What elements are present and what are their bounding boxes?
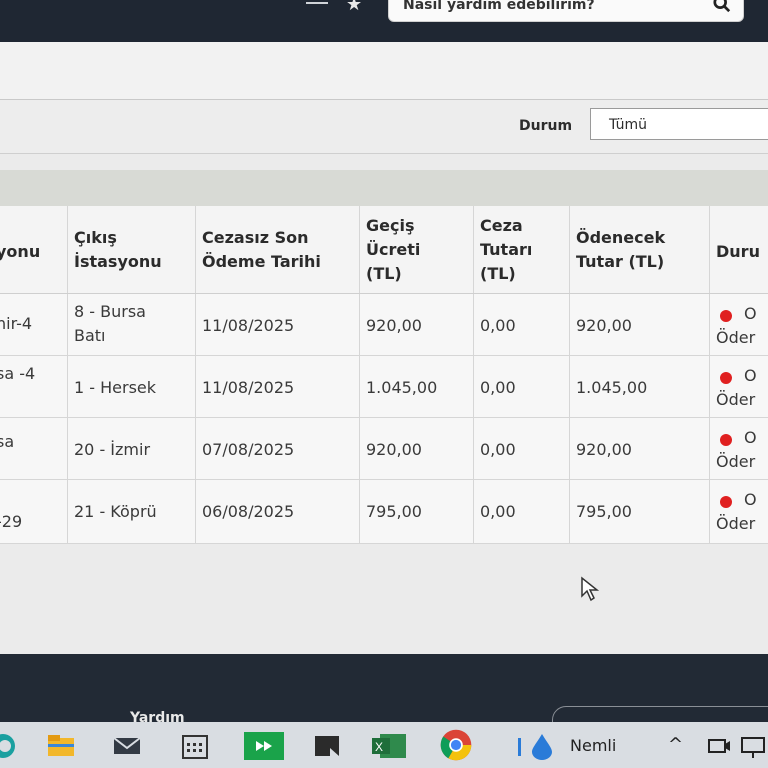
header-passage-fee[interactable]: Geçiş Ücreti (TL) bbox=[360, 206, 474, 293]
header-penalty[interactable]: Ceza Tutarı (TL) bbox=[474, 206, 570, 293]
header-exit-station[interactable]: Çıkış İstasyonu bbox=[68, 206, 196, 293]
header-payable-total[interactable]: Ödenecek Tutar (TL) bbox=[570, 206, 710, 293]
windows-taskbar: X Nemli ^ bbox=[0, 722, 768, 768]
due-date: 07/08/2025 bbox=[202, 440, 295, 459]
mouse-cursor-icon bbox=[581, 576, 600, 602]
due-date: 11/08/2025 bbox=[202, 316, 295, 335]
passage-fee: 1.045,00 bbox=[366, 378, 438, 397]
status-text: Öder bbox=[716, 390, 756, 409]
filter-bar: Durum Tümü bbox=[0, 100, 768, 154]
search-box[interactable]: Nasıl yardım edebilirim? bbox=[388, 0, 744, 22]
passage-fee: 920,00 bbox=[366, 440, 422, 459]
exit-station: 21 - Köprü bbox=[74, 502, 157, 521]
table-toolbar bbox=[0, 170, 768, 206]
page-footer: Yardım bbox=[0, 654, 768, 736]
app-content: Durum Tümü yonu Çıkış İstasyonu Cezasız … bbox=[0, 42, 768, 654]
weather-icon[interactable] bbox=[514, 732, 560, 760]
status-filter-select[interactable]: Tümü bbox=[590, 108, 768, 140]
status-dot-icon bbox=[720, 496, 732, 508]
penalty-amount: 0,00 bbox=[480, 502, 516, 521]
network-icon[interactable] bbox=[740, 732, 768, 760]
status-filter-label: Durum bbox=[519, 118, 573, 134]
status-head: O bbox=[744, 304, 757, 323]
search-icon[interactable] bbox=[713, 0, 731, 13]
header-entry-station[interactable]: yonu bbox=[0, 206, 68, 293]
entry-station: -29 bbox=[0, 512, 23, 531]
table-row[interactable]: -29 21 - Köprü 06/08/2025 795,00 0,00 79… bbox=[0, 480, 768, 544]
status-head: O bbox=[744, 366, 757, 385]
exit-station: 20 - İzmir bbox=[74, 440, 151, 459]
entry-station: sa -4 bbox=[0, 364, 36, 383]
entry-station: sa bbox=[0, 432, 15, 451]
penalty-amount: 0,00 bbox=[480, 378, 516, 397]
payable-total: 795,00 bbox=[576, 502, 632, 521]
status-text: Öder bbox=[716, 452, 756, 471]
chrome-icon[interactable] bbox=[436, 728, 476, 762]
status-head: O bbox=[744, 490, 757, 509]
header-strip bbox=[0, 42, 768, 100]
svg-text:X: X bbox=[375, 740, 383, 754]
status-dot-icon bbox=[720, 434, 732, 446]
search-placeholder: Nasıl yardım edebilirim? bbox=[403, 0, 595, 13]
status-dot-icon bbox=[720, 310, 732, 322]
remote-app-icon[interactable] bbox=[244, 732, 284, 760]
exit-station: 8 - Bursa Batı bbox=[74, 302, 146, 345]
due-date: 06/08/2025 bbox=[202, 502, 295, 521]
mail-icon[interactable] bbox=[112, 732, 142, 760]
header-status[interactable]: Duru bbox=[710, 206, 768, 293]
excel-icon[interactable]: X bbox=[372, 732, 408, 760]
file-explorer-icon[interactable] bbox=[46, 732, 76, 760]
penalty-amount: 0,00 bbox=[480, 316, 516, 335]
entry-station: nir-4 bbox=[0, 314, 33, 333]
payable-total: 920,00 bbox=[576, 316, 632, 335]
payable-total: 1.045,00 bbox=[576, 378, 648, 397]
minimize-icon[interactable] bbox=[306, 2, 328, 4]
passage-fee: 920,00 bbox=[366, 316, 422, 335]
camera-icon[interactable] bbox=[706, 732, 732, 760]
status-text: Öder bbox=[716, 514, 756, 533]
penalty-amount: 0,00 bbox=[480, 440, 516, 459]
status-dot-icon bbox=[720, 372, 732, 384]
star-icon[interactable]: ★ bbox=[346, 0, 362, 15]
table-header-row: yonu Çıkış İstasyonu Cezasız Son Ödeme T… bbox=[0, 206, 768, 294]
edge-icon[interactable] bbox=[0, 732, 18, 760]
payable-total: 920,00 bbox=[576, 440, 632, 459]
header-due-date[interactable]: Cezasız Son Ödeme Tarihi bbox=[196, 206, 360, 293]
exit-station: 1 - Hersek bbox=[74, 378, 157, 397]
browser-top-bar: ★ Nasıl yardım edebilirim? bbox=[0, 0, 768, 42]
table-row[interactable]: nir-4 8 - Bursa Batı 11/08/2025 920,00 0… bbox=[0, 294, 768, 356]
chevron-up-icon[interactable]: ^ bbox=[668, 734, 683, 755]
passage-fee: 795,00 bbox=[366, 502, 422, 521]
status-filter-value: Tümü bbox=[609, 117, 648, 133]
due-date: 11/08/2025 bbox=[202, 378, 295, 397]
table-row[interactable]: sa 20 - İzmir 07/08/2025 920,00 0,00 920… bbox=[0, 418, 768, 480]
table-row[interactable]: sa -4 1 - Hersek 11/08/2025 1.045,00 0,0… bbox=[0, 356, 768, 418]
calendar-icon[interactable] bbox=[180, 732, 210, 760]
snipping-tool-icon[interactable] bbox=[312, 732, 342, 760]
status-text: Öder bbox=[716, 328, 756, 347]
weather-label[interactable]: Nemli bbox=[570, 736, 616, 755]
status-head: O bbox=[744, 428, 757, 447]
